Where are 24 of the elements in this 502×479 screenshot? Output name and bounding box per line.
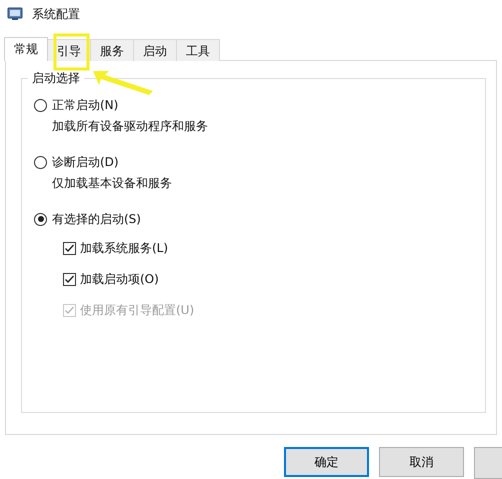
arrow bbox=[93, 71, 153, 95]
radio-label: 诊断启动(D) bbox=[52, 154, 119, 170]
checkbox-label: 使用原有引导配置(U) bbox=[80, 302, 194, 318]
tab[interactable]: 服务 bbox=[90, 39, 134, 61]
group-title: 启动选择 bbox=[28, 70, 84, 87]
radio-label: 正常启动(N) bbox=[52, 96, 118, 114]
checkbox-label: 加载系统服务(L) bbox=[80, 240, 168, 256]
checkbox[interactable] bbox=[63, 242, 76, 254]
radio-label: 有选择的启动(S) bbox=[52, 210, 141, 228]
tab[interactable]: 启动 bbox=[133, 39, 177, 61]
radio-button[interactable] bbox=[34, 156, 47, 168]
dialog-button[interactable]: 确定 bbox=[284, 447, 369, 477]
option-description: 加载所有设备驱动程序和服务 bbox=[51, 118, 209, 135]
app-icon bbox=[7, 6, 23, 22]
tab[interactable]: 工具 bbox=[176, 39, 220, 61]
checkbox-label: 加载启动项(O) bbox=[80, 270, 159, 288]
option-description: 仅加载基本设备和服务 bbox=[51, 175, 173, 192]
window-title: 系统配置 bbox=[32, 6, 80, 22]
radio-button[interactable] bbox=[34, 212, 47, 226]
highlight-rectangle bbox=[54, 34, 90, 70]
dialog-button[interactable]: 取消 bbox=[379, 447, 464, 477]
checkbox[interactable] bbox=[63, 272, 76, 286]
radio-button[interactable] bbox=[34, 98, 47, 112]
tab[interactable]: 常规 bbox=[4, 37, 48, 61]
